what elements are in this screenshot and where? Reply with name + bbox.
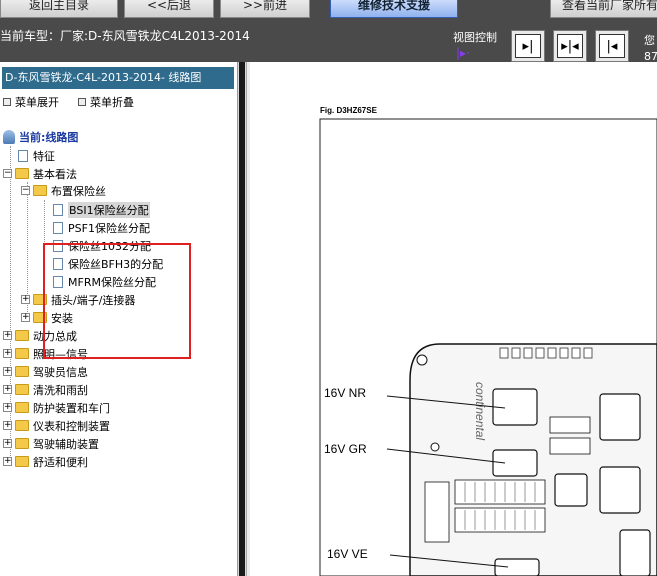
tree-item-label: 舒适和便利 (33, 455, 88, 469)
highlight-annotation-box (43, 243, 191, 359)
callout-label: 16V GR (324, 442, 367, 456)
network-root-icon (3, 129, 15, 144)
tree-item-label: 基本看法 (33, 167, 77, 181)
document-icon (53, 221, 63, 234)
split-center-icon: ▸|◂ (557, 34, 583, 58)
top-toolbar: 返回主目录 <<后退 >>前进 维修技术支援 查看当前厂家所有 当前车型：厂家:… (0, 0, 657, 63)
folder-icon (15, 348, 29, 359)
view-all-button[interactable]: 查看当前厂家所有 (550, 0, 657, 18)
expand-toggle-icon[interactable]: + (3, 385, 12, 394)
tree-item-label: 特征 (33, 149, 55, 163)
folder-open-icon (33, 185, 47, 196)
callout-label: 16V NR (324, 386, 367, 400)
collapse-left-button[interactable]: |◂ (595, 30, 629, 62)
back-button[interactable]: <<后退 (124, 0, 214, 18)
tree-item-label: BSI1保险丝分配 (68, 201, 150, 218)
tree-item[interactable]: 特征 (18, 147, 55, 164)
expand-toggle-icon[interactable]: + (3, 439, 12, 448)
tree-item-label: 驾驶辅助装置 (33, 437, 99, 451)
collapse-left-icon: |◂ (599, 34, 625, 58)
menu-collapse-label: 菜单折叠 (90, 96, 134, 109)
tree-item-label: 仪表和控制装置 (33, 419, 110, 433)
tree-item-label: 驾驶员信息 (33, 365, 88, 379)
tree-item-label: PSF1保险丝分配 (68, 221, 150, 235)
expand-toggle-icon[interactable]: + (21, 295, 30, 304)
menu-expand-link[interactable]: 菜单展开 (3, 94, 59, 110)
tree-root-label: 当前:线路图 (19, 130, 79, 144)
collapse-all-icon (78, 98, 86, 106)
tech-support-button[interactable]: 维修技术支援 (330, 0, 458, 18)
view-control-icon: |▸· (456, 46, 470, 60)
folder-icon (15, 330, 29, 341)
tree-folder[interactable]: + 防护装置和车门 (3, 399, 110, 416)
expand-toggle-icon[interactable]: + (3, 331, 12, 340)
folder-icon (15, 366, 29, 377)
expand-toggle-icon[interactable]: + (3, 403, 12, 412)
panel-title: D-东风雪铁龙-C4L-2013-2014- 线路图 (2, 67, 234, 89)
expand-toggle-icon[interactable]: + (21, 313, 30, 322)
tree-folder[interactable]: + 舒适和便利 (3, 453, 88, 470)
tree-folder[interactable]: − 基本看法 (3, 165, 77, 182)
tree-item-label: 防护装置和车门 (33, 401, 110, 415)
view-control-label: 视图控制 (453, 31, 497, 44)
expand-all-icon (3, 98, 11, 106)
document-icon (18, 149, 28, 162)
split-center-button[interactable]: ▸|◂ (553, 30, 587, 62)
fuse-box-diagram: continental (319, 118, 657, 576)
expand-toggle-icon[interactable]: + (3, 349, 12, 358)
menu-collapse-link[interactable]: 菜单折叠 (78, 94, 134, 110)
folder-icon (15, 438, 29, 449)
tree-item[interactable]: PSF1保险丝分配 (53, 219, 150, 236)
tree-root[interactable]: 当前:线路图 (3, 128, 78, 145)
diagram-page: Fig. D3HZ67SE continental 16V NR 16V GR … (250, 62, 657, 576)
expand-toggle-icon[interactable]: + (3, 367, 12, 376)
document-icon (53, 203, 63, 216)
folder-icon (15, 402, 29, 413)
board-brand-text: continental (473, 382, 487, 440)
callout-label: 16V VE (327, 547, 368, 561)
vertical-scrollbar[interactable] (238, 62, 247, 576)
home-button[interactable]: 返回主目录 (0, 0, 118, 18)
tree-folder[interactable]: + 清洗和雨刮 (3, 381, 88, 398)
folder-icon (15, 420, 29, 431)
forward-button[interactable]: >>前进 (220, 0, 310, 18)
collapse-toggle-icon[interactable]: − (21, 186, 30, 195)
expand-toggle-icon[interactable]: + (3, 421, 12, 430)
collapse-toggle-icon[interactable]: − (3, 169, 12, 178)
folder-icon (15, 456, 29, 467)
tree-folder[interactable]: + 驾驶辅助装置 (3, 435, 99, 452)
diagram-viewer: Fig. D3HZ67SE continental 16V NR 16V GR … (238, 62, 657, 576)
expand-right-button[interactable]: ▸| (511, 30, 545, 62)
folder-open-icon (15, 168, 29, 179)
tree-item-label: 清洗和雨刮 (33, 383, 88, 397)
tree-item[interactable]: BSI1保险丝分配 (53, 201, 150, 218)
menu-expand-label: 菜单展开 (15, 96, 59, 109)
tree-item-label: 布置保险丝 (51, 184, 106, 198)
scrollbar-thumb[interactable] (239, 62, 245, 576)
right-edge-text: 您 87 (644, 34, 657, 63)
tree-folder[interactable]: + 驾驶员信息 (3, 363, 88, 380)
tree-folder[interactable]: + 仪表和控制装置 (3, 417, 110, 434)
folder-icon (15, 384, 29, 395)
tree-folder[interactable]: − 布置保险丝 (21, 182, 106, 199)
left-navigation-panel: D-东风雪铁龙-C4L-2013-2014- 线路图 菜单展开 菜单折叠 当前:… (0, 62, 238, 576)
expand-toggle-icon[interactable]: + (3, 457, 12, 466)
expand-right-icon: ▸| (515, 34, 541, 58)
current-model-text: 当前车型：厂家:D-东风雪铁龙C4L2013-2014 (0, 29, 250, 43)
